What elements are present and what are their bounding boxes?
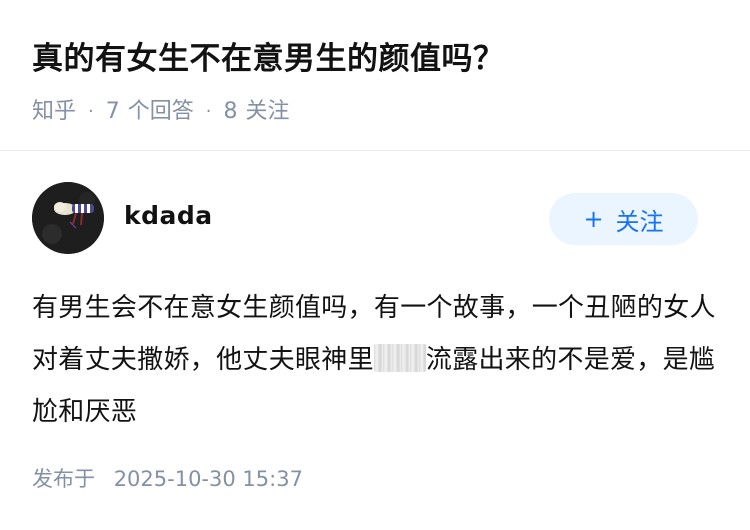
author-name[interactable]: kdada [124,198,213,234]
section-divider [0,150,750,151]
question-header: 真的有女生不在意男生的颜值吗？ 知乎 · 7 个回答 · 8 关注 [32,30,722,128]
meta-separator: · [88,101,94,122]
follower-count-label[interactable]: 关注 [246,96,290,128]
follower-count[interactable]: 8 [224,96,238,128]
question-title[interactable]: 真的有女生不在意男生的颜值吗？ [32,30,722,88]
source-label[interactable]: 知乎 [32,96,76,128]
follow-button[interactable]: + 关注 [549,193,698,245]
follow-button-label: 关注 [615,207,664,236]
answer-count[interactable]: 7 [106,96,120,128]
answer-count-label[interactable]: 个回答 [128,96,194,128]
publish-time: 2025-10-30 15:37 [113,467,303,491]
author-avatar[interactable] [32,182,104,254]
question-meta: 知乎 · 7 个回答 · 8 关注 [32,96,722,128]
plus-icon: + [583,205,604,233]
blurred-text [373,344,426,372]
meta-separator: · [205,101,212,122]
publish-info: 发布于 2025-10-30 15:37 [32,462,303,496]
publish-label: 发布于 [32,467,95,491]
answer-content[interactable]: 有男生会不在意女生颜值吗，有一个故事，一个丑陋的女人对着丈夫撒娇，他丈夫眼神里流… [32,282,722,438]
avatar-image-icon [32,182,104,254]
